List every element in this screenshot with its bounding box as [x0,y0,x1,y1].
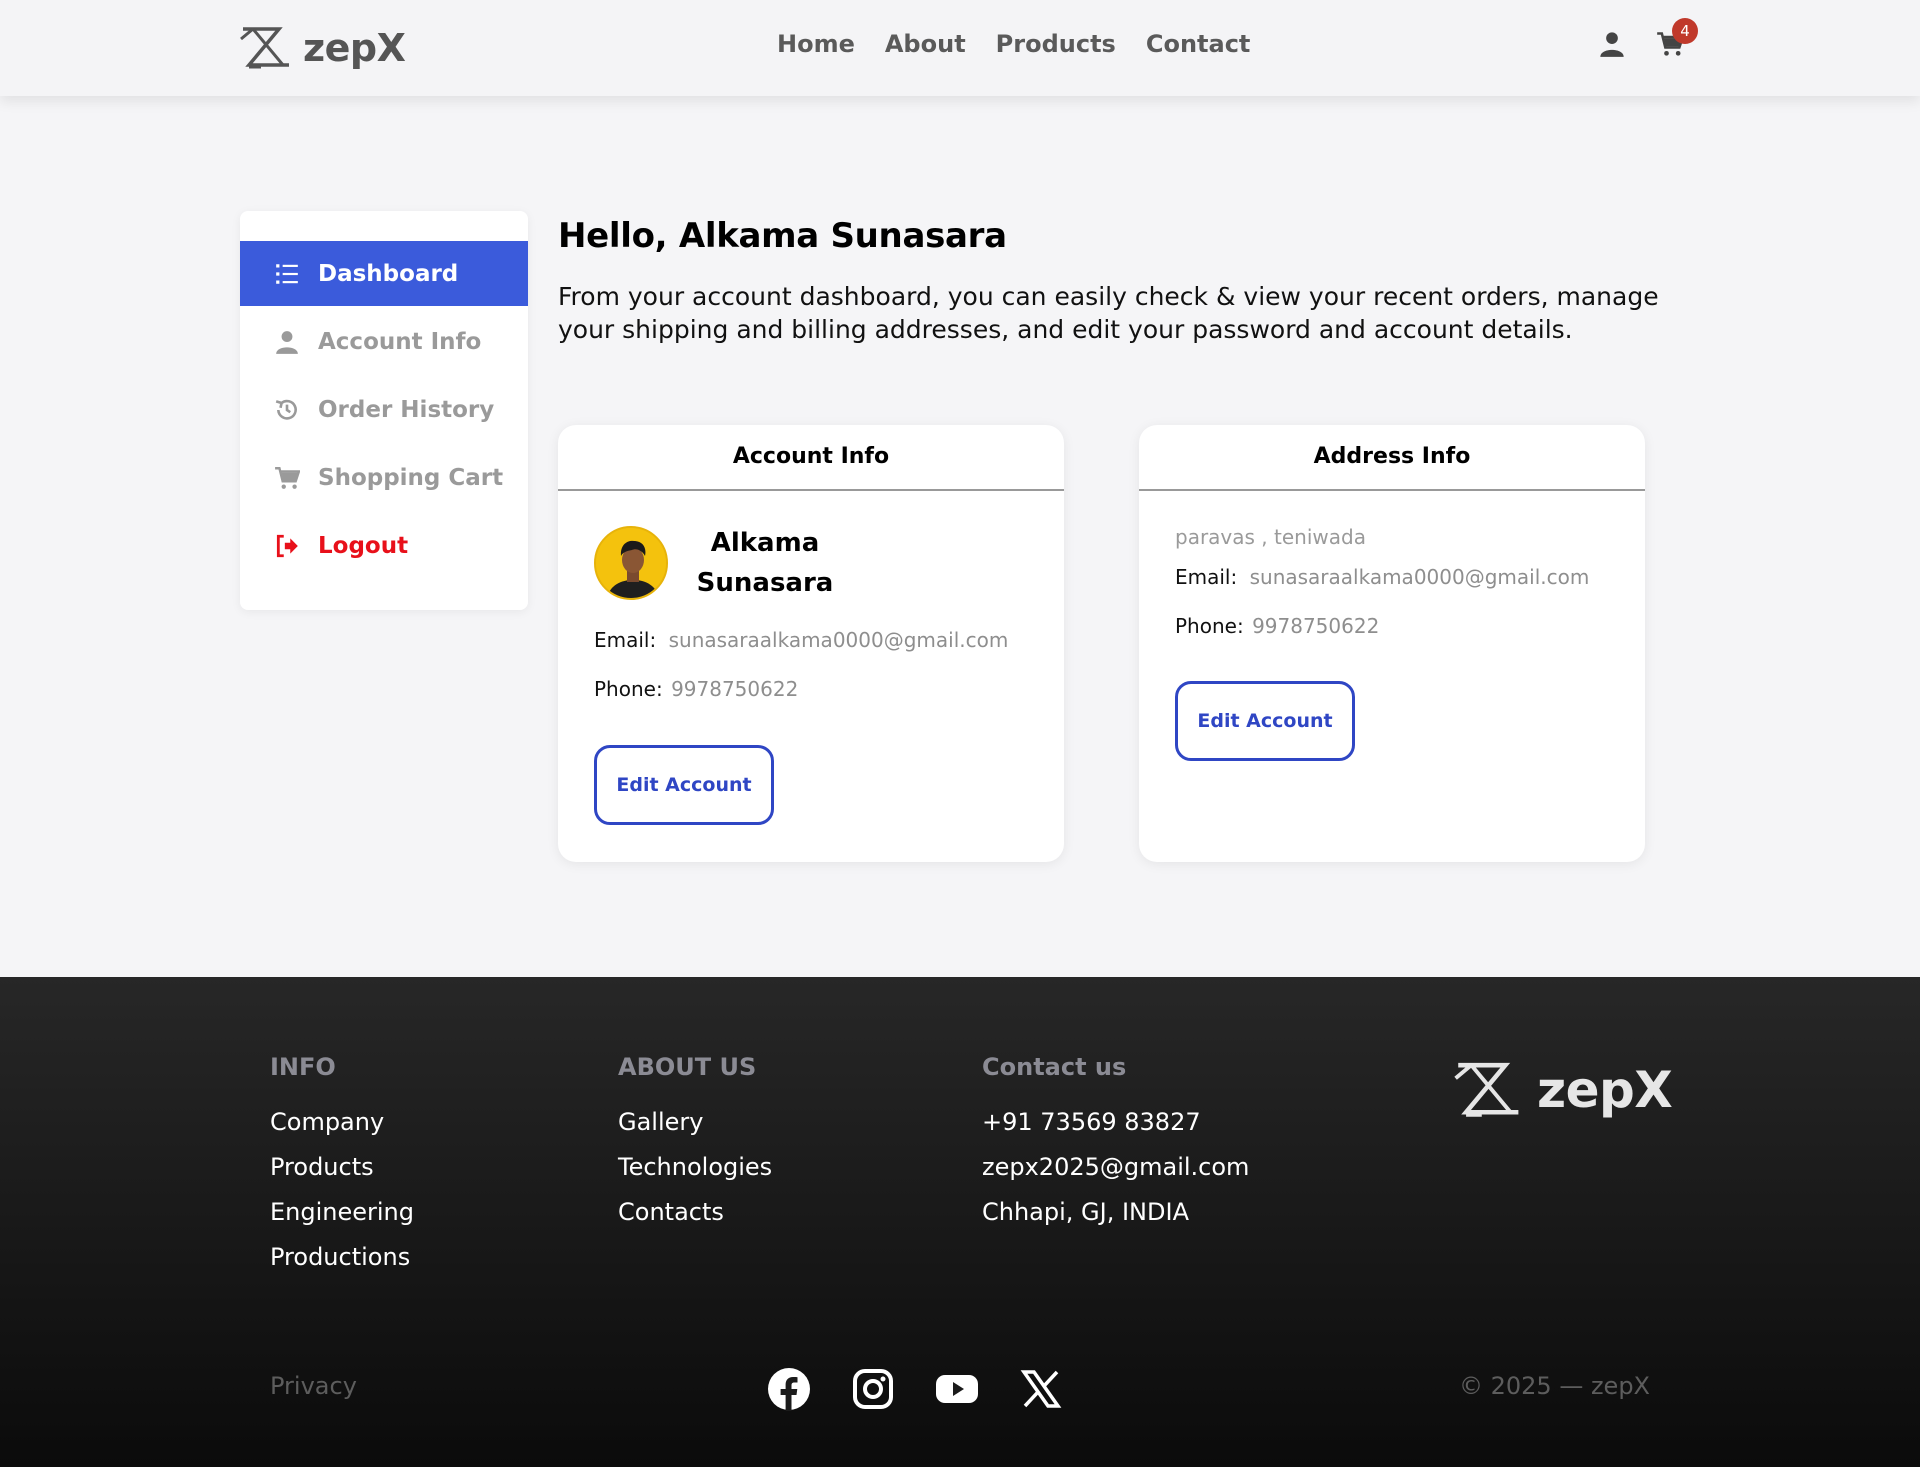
footer-link-contacts[interactable]: Contacts [618,1197,772,1242]
footer-contact-location: Chhapi, GJ, INDIA [982,1198,1189,1226]
profile-summary: Alkama Sunasara [594,523,840,603]
edit-address-account-button[interactable]: Edit Account [1175,681,1355,761]
dashboard-intro: From your account dashboard, you can eas… [558,282,1659,344]
footer-brand-logo[interactable]: zepX [1453,1059,1673,1121]
cart-icon [275,466,300,489]
main-nav: Home About Products Contact [777,30,1250,58]
footer-info-column: INFO Company Products Engineering Produc… [270,1053,414,1287]
footer-link-products[interactable]: Products [270,1152,414,1197]
facebook-icon[interactable] [767,1367,811,1411]
footer-link-productions[interactable]: Productions [270,1242,414,1287]
address-value: paravas , teniwada [1175,525,1366,549]
sidebar-item-order-history[interactable]: Order History [240,377,528,442]
zepx-logo-mark [240,27,289,69]
nav-contact[interactable]: Contact [1146,30,1251,58]
profile-name: Alkama Sunasara [690,523,840,603]
sidebar-item-label: Account Info [318,328,482,355]
sidebar-item-account-info[interactable]: Account Info [240,309,528,374]
sidebar-item-dashboard[interactable]: Dashboard [240,241,528,306]
nav-home[interactable]: Home [777,30,855,58]
address-info-card: Address Info paravas , teniwada Email: s… [1139,425,1645,862]
footer-link-technologies[interactable]: Technologies [618,1152,772,1197]
user-icon [276,330,298,354]
account-info-card: Account Info Alkama Sunasara Email: suna… [558,425,1064,862]
cart-icon[interactable]: 4 [1656,18,1698,58]
user-icon[interactable] [1598,30,1626,58]
site-footer: INFO Company Products Engineering Produc… [0,977,1920,1467]
sidebar-item-logout[interactable]: Logout [240,513,528,578]
x-icon[interactable] [1019,1367,1063,1411]
footer-brand-name: zepX [1537,1061,1673,1119]
social-links [767,1367,1063,1411]
instagram-icon[interactable] [851,1367,895,1411]
zepx-logo-mark [1454,1062,1519,1117]
footer-heading-contact: Contact us [982,1053,1127,1081]
account-phone-row: Phone: 9978750622 [594,677,798,701]
nav-products[interactable]: Products [996,30,1116,58]
brand-name: zepX [303,26,406,70]
phone-label: Phone: [1175,614,1244,638]
logout-icon [276,534,298,557]
brand-logo[interactable]: zepX [239,24,406,72]
footer-link-company[interactable]: Company [270,1107,414,1152]
copyright: © 2025 — zepX [1458,1372,1650,1400]
footer-heading-about: ABOUT US [618,1053,757,1081]
account-sidebar: Dashboard Account Info Order History Sho… [240,211,528,610]
sidebar-item-label: Order History [318,396,495,423]
site-header: zepX Home About Products Contact 4 [0,0,1920,96]
page-title: Hello, Alkama Sunasara [558,216,1007,256]
address-phone-row: Phone: 9978750622 [1175,614,1379,638]
sidebar-item-label: Shopping Cart [318,464,504,491]
history-icon [275,399,297,420]
footer-link-engineering[interactable]: Engineering [270,1197,414,1242]
avatar-image [596,528,666,598]
address-phone-value: 9978750622 [1252,614,1380,638]
footer-contact-column: Contact us +91 73569 83827 zepx2025@gmai… [982,1053,1249,1242]
footer-contact-email[interactable]: zepx2025@gmail.com [982,1152,1249,1197]
privacy-link[interactable]: Privacy [270,1372,357,1400]
account-email-value: sunasaraalkama0000@gmail.com [668,628,1009,652]
card-title: Account Info [558,425,1064,491]
footer-about-column: ABOUT US Gallery Technologies Contacts [618,1053,772,1242]
profile-last-name: Sunasara [696,568,834,598]
email-label: Email: [594,628,657,652]
sidebar-item-label: Logout [318,532,409,559]
cart-count-badge: 4 [1672,18,1698,44]
sidebar-item-shopping-cart[interactable]: Shopping Cart [240,445,528,510]
header-actions: 4 [1598,18,1698,58]
profile-first-name: Alkama [710,528,820,558]
card-title: Address Info [1139,425,1645,491]
account-phone-value: 9978750622 [671,677,799,701]
account-email-row: Email: sunasaraalkama0000@gmail.com [594,628,1008,652]
avatar [594,526,668,600]
footer-heading-info: INFO [270,1053,336,1081]
sidebar-item-label: Dashboard [318,260,459,287]
youtube-icon[interactable] [935,1367,979,1411]
nav-about[interactable]: About [885,30,966,58]
footer-contact-phone[interactable]: +91 73569 83827 [982,1107,1249,1152]
footer-link-gallery[interactable]: Gallery [618,1107,772,1152]
address-email-value: sunasaraalkama0000@gmail.com [1249,565,1590,589]
edit-account-button[interactable]: Edit Account [594,745,774,825]
address-email-row: Email: sunasaraalkama0000@gmail.com [1175,565,1589,589]
email-label: Email: [1175,565,1238,589]
phone-label: Phone: [594,677,663,701]
list-icon [276,263,298,284]
